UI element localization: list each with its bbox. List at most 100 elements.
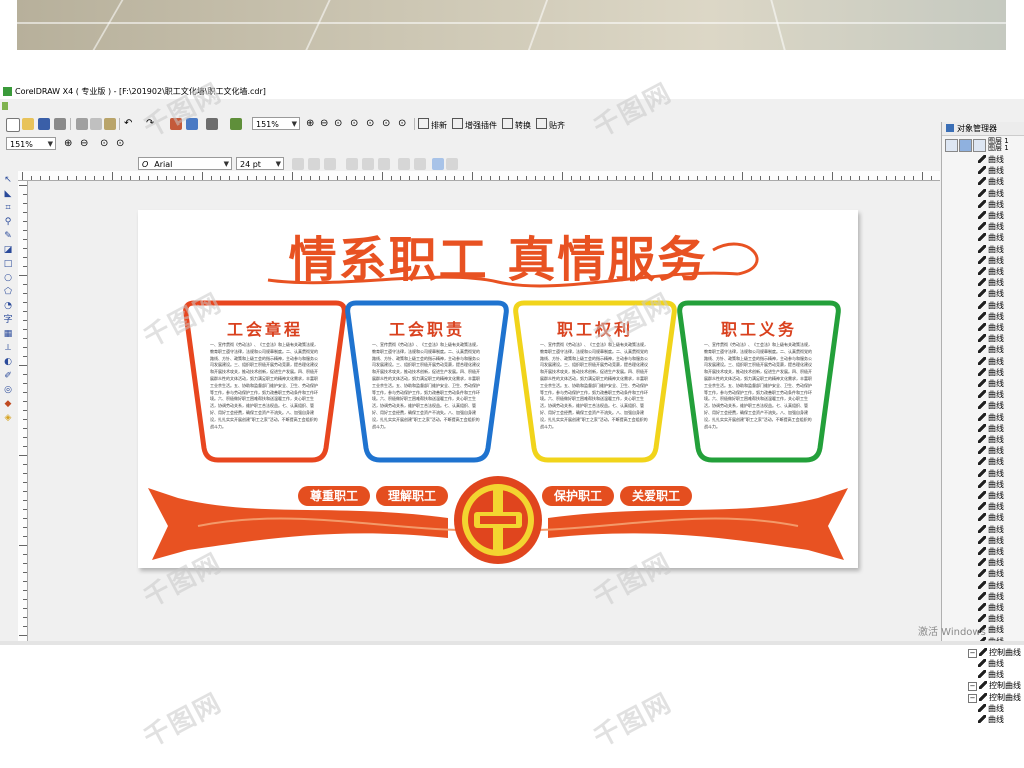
object-row-curve[interactable]: 曲线 — [978, 322, 1004, 333]
object-row-curve[interactable]: 曲线 — [978, 255, 1004, 266]
horizontal-text-icon[interactable] — [432, 158, 444, 170]
panel-union-duties[interactable]: 工会职责 一、宣传贯彻《劳动法》、《工会法》和上级有关政策法规，教育职工遵守法律… — [338, 298, 516, 468]
layer-manager-icon[interactable] — [959, 139, 972, 152]
new-document-icon[interactable] — [6, 118, 20, 132]
object-row-curve[interactable]: 曲线 — [978, 333, 1004, 344]
ellipse-tool-icon[interactable]: ○ — [3, 273, 13, 283]
object-row-curve[interactable]: 曲线 — [978, 176, 1004, 187]
panel-worker-rights[interactable]: 职工权利 一、宣传贯彻《劳动法》、《工会法》和上级有关政策法规，教育职工遵守法律… — [506, 298, 684, 468]
zoom-sel-small-icon[interactable]: ⊙ — [116, 138, 128, 150]
object-row-curve[interactable]: 曲线 — [978, 456, 1004, 467]
object-row-curve[interactable]: 曲线 — [978, 703, 1004, 714]
undo-icon[interactable]: ↶ — [124, 118, 136, 130]
export-icon[interactable] — [186, 118, 198, 130]
print-icon[interactable] — [54, 118, 66, 130]
menu-grip-icon[interactable] — [2, 102, 8, 110]
font-name-combo[interactable]: O Arial ▼ — [138, 157, 232, 170]
object-row-curve[interactable]: 曲线 — [978, 400, 1004, 411]
table-tool-icon[interactable]: ▦ — [3, 329, 13, 339]
object-row-curve[interactable]: 曲线 — [978, 602, 1004, 613]
drop-cap-icon[interactable] — [378, 158, 390, 170]
object-row-curve[interactable]: 曲线 — [978, 154, 1004, 165]
panel-worker-obligations[interactable]: 职工义务 一、宣传贯彻《劳动法》、《工会法》和上级有关政策法规，教育职工遵守法律… — [670, 298, 848, 468]
object-group-row[interactable]: − 控制曲线 — [968, 680, 1021, 692]
interactive-fill-icon[interactable]: ◈ — [3, 413, 13, 423]
zoom-fit-icon[interactable]: ⊙ — [100, 138, 112, 150]
object-row-curve[interactable]: 曲线 — [978, 356, 1004, 367]
snap-button[interactable]: 贴齐 — [536, 118, 565, 132]
object-row-curve[interactable]: 曲线 — [978, 479, 1004, 490]
object-row-curve[interactable]: 曲线 — [978, 210, 1004, 221]
object-row-curve[interactable]: 曲线 — [978, 468, 1004, 479]
zoom-secondary-combo[interactable]: 151% ▼ — [6, 137, 56, 150]
object-row-curve[interactable]: 曲线 — [978, 165, 1004, 176]
object-row-curve[interactable]: 曲线 — [978, 199, 1004, 210]
cut-icon[interactable] — [76, 118, 88, 130]
object-row-curve[interactable]: 曲线 — [978, 311, 1004, 322]
edit-across-layers-icon[interactable] — [973, 139, 986, 152]
edit-text-icon[interactable] — [414, 158, 426, 170]
object-row-curve[interactable]: 曲线 — [978, 557, 1004, 568]
underline-icon[interactable] — [324, 158, 336, 170]
culture-wall-artboard[interactable]: 情系职工 真情服务 工会章程 一、宣传贯彻《劳动法》、《工会法》和上级有关政策法… — [138, 210, 858, 568]
redo-icon[interactable]: ↷ — [146, 118, 158, 130]
panel-union-charter[interactable]: 工会章程 一、宣传贯彻《劳动法》、《工会法》和上级有关政策法规，教育职工遵守法律… — [176, 298, 354, 468]
save-icon[interactable] — [38, 118, 50, 130]
object-row-curve[interactable]: 曲线 — [978, 445, 1004, 456]
italic-icon[interactable] — [308, 158, 320, 170]
vertical-text-icon[interactable] — [446, 158, 458, 170]
zoom-in-icon[interactable]: ⊕ — [306, 118, 318, 130]
outline-tool-icon[interactable]: ◎ — [3, 385, 13, 395]
layer-row-2[interactable]: 图层 1 — [988, 145, 1009, 152]
open-folder-icon[interactable] — [22, 118, 34, 130]
object-row-curve[interactable]: 曲线 — [978, 389, 1004, 400]
object-row-curve[interactable]: 曲线 — [978, 658, 1004, 669]
object-row-curve[interactable]: 曲线 — [978, 188, 1004, 199]
object-row-curve[interactable]: 曲线 — [978, 501, 1004, 512]
object-row-curve[interactable]: 曲线 — [978, 434, 1004, 445]
object-row-curve[interactable]: 曲线 — [978, 535, 1004, 546]
rectangle-tool-icon[interactable]: □ — [3, 259, 13, 269]
copy-icon[interactable] — [90, 118, 102, 130]
format-text-icon[interactable] — [398, 158, 410, 170]
bullet-icon[interactable] — [362, 158, 374, 170]
font-size-combo[interactable]: 24 pt ▼ — [236, 157, 284, 170]
expand-collapse-icon[interactable]: − — [968, 682, 977, 692]
object-row-curve[interactable]: 曲线 — [978, 524, 1004, 535]
expand-collapse-icon[interactable]: − — [968, 693, 977, 703]
fill-tool-icon[interactable]: ◆ — [3, 399, 13, 409]
shape-tool-icon[interactable]: ◣ — [3, 189, 13, 199]
zoom-out-icon[interactable]: ⊖ — [320, 118, 332, 130]
object-row-curve[interactable]: 曲线 — [978, 221, 1004, 232]
zoom-level-combo[interactable]: 151% ▼ — [252, 117, 300, 130]
zoom-in-small-icon[interactable]: ⊕ — [64, 138, 76, 150]
basic-shapes-icon[interactable]: ◔ — [3, 301, 13, 311]
object-row-curve[interactable]: 曲线 — [978, 580, 1004, 591]
object-row-curve[interactable]: 曲线 — [978, 266, 1004, 277]
bold-icon[interactable] — [292, 158, 304, 170]
zoom-width-icon[interactable]: ⊙ — [382, 118, 394, 130]
show-properties-icon[interactable] — [945, 139, 958, 152]
object-row-curve[interactable]: 曲线 — [978, 232, 1004, 243]
crop-tool-icon[interactable]: ⌗ — [3, 203, 13, 213]
object-row-curve[interactable]: 曲线 — [978, 288, 1004, 299]
zoom-out-small-icon[interactable]: ⊖ — [80, 138, 92, 150]
freehand-tool-icon[interactable]: ✎ — [3, 231, 13, 241]
welcome-screen-icon[interactable] — [230, 118, 242, 130]
object-row-curve[interactable]: 曲线 — [978, 512, 1004, 523]
enhance-plugin-button[interactable]: 增强插件 — [452, 118, 497, 132]
typeset-button[interactable]: 排新 — [418, 118, 447, 132]
object-row-curve[interactable]: 曲线 — [978, 714, 1004, 725]
object-row-curve[interactable]: 曲线 — [978, 568, 1004, 579]
object-row-curve[interactable]: 曲线 — [978, 423, 1004, 434]
import-icon[interactable] — [170, 118, 182, 130]
horizontal-ruler[interactable] — [18, 171, 940, 181]
interactive-tool-icon[interactable]: ◐ — [3, 357, 13, 367]
object-row-curve[interactable]: 曲线 — [978, 546, 1004, 557]
text-tool-icon[interactable]: 字 — [3, 315, 13, 325]
smart-fill-icon[interactable]: ◪ — [3, 245, 13, 255]
object-row-curve[interactable]: 曲线 — [978, 367, 1004, 378]
object-row-curve[interactable]: 曲线 — [978, 378, 1004, 389]
zoom-tool-icon[interactable]: ⚲ — [3, 217, 13, 227]
object-row-curve[interactable]: 曲线 — [978, 669, 1004, 680]
